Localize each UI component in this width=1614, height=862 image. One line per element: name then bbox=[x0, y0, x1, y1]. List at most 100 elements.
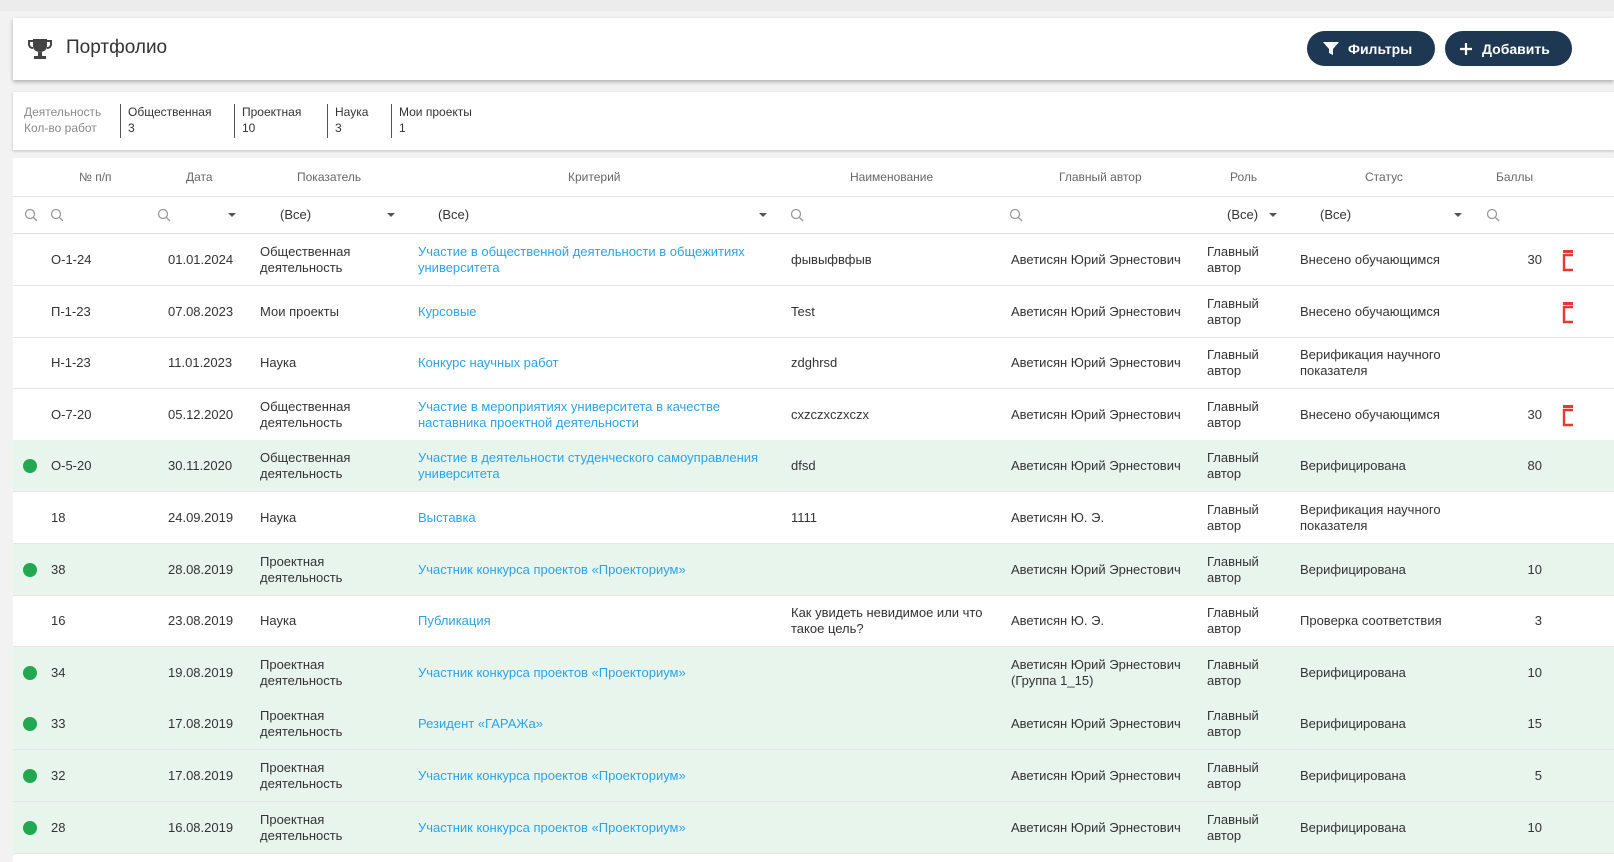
criterion-link-text[interactable]: наставника проектной деятельности bbox=[418, 415, 720, 431]
indicator-filter-select[interactable]: (Все) bbox=[280, 207, 311, 222]
date-filter-search-icon[interactable] bbox=[157, 208, 171, 222]
col-header-date[interactable]: Дата bbox=[186, 170, 213, 184]
cell-author-text: Аветисян Ю. Э. bbox=[1011, 510, 1105, 525]
cell-date: 30.11.2020 bbox=[168, 458, 232, 474]
cell-status-text: Верификация научного bbox=[1300, 347, 1441, 363]
col-header-author[interactable]: Главный автор bbox=[1059, 170, 1142, 184]
role-filter-dropdown-icon[interactable] bbox=[1269, 213, 1277, 217]
cell-author-text: Аветисян Юрий Эрнестович bbox=[1011, 303, 1181, 319]
cell-name-text: фывыфвфыв bbox=[791, 252, 872, 267]
table-row[interactable]: П-1-23 07.08.2023 Мои проекты Курсовые Test А… bbox=[13, 286, 1614, 338]
table-row[interactable]: 18 24.09.2019 Наука Выставка 1111 Аветисян Ю.… bbox=[13, 492, 1614, 544]
criterion-link[interactable]: Участник конкурса проектов «Проекториум» bbox=[418, 768, 686, 784]
cell-author-text: (Группа 1_15) bbox=[1011, 672, 1094, 688]
stats-item-count: 1 bbox=[399, 121, 406, 135]
cell-indicator: Проектная деятельность bbox=[260, 708, 342, 740]
criterion-link[interactable]: Участник конкурса проектов «Проекториум» bbox=[418, 665, 686, 681]
num-filter-search-icon[interactable] bbox=[50, 208, 64, 222]
criterion-filter-select[interactable]: (Все) bbox=[438, 207, 469, 222]
criterion-link-text[interactable]: Выставка bbox=[418, 510, 476, 526]
cell-indicator-text: Общественная bbox=[260, 244, 351, 259]
indicator-filter-dropdown-icon[interactable] bbox=[387, 213, 395, 217]
cell-score: 30 bbox=[1528, 407, 1542, 423]
criterion-link-text[interactable]: Публикация bbox=[418, 613, 491, 629]
cell-status: Верифицирована bbox=[1300, 716, 1406, 732]
cell-num-text: 38 bbox=[51, 561, 66, 577]
stats-item-count: 3 bbox=[335, 121, 342, 135]
criterion-link-text[interactable]: Резидент «ГАРАЖа» bbox=[418, 716, 543, 732]
criterion-link[interactable]: Участие в общественной деятельности в об… bbox=[418, 244, 745, 276]
cell-indicator: Проектная деятельность bbox=[260, 812, 342, 844]
col-header-status[interactable]: Статус bbox=[1365, 170, 1403, 184]
status-filter-dropdown-icon[interactable] bbox=[1454, 213, 1462, 217]
date-filter-dropdown-icon[interactable] bbox=[228, 213, 236, 217]
author-filter-search-icon[interactable] bbox=[1009, 208, 1023, 222]
criterion-link[interactable]: Публикация bbox=[418, 613, 491, 629]
table-row[interactable]: 33 17.08.2019 Проектная деятельность Резиден… bbox=[13, 698, 1614, 751]
search-icon[interactable] bbox=[24, 208, 38, 222]
col-header-criterion[interactable]: Критерий bbox=[568, 170, 620, 184]
verified-status-icon bbox=[23, 820, 37, 835]
name-filter-search-icon[interactable] bbox=[790, 208, 804, 222]
criterion-link-text[interactable]: Курсовые bbox=[418, 304, 477, 320]
role-filter-select[interactable]: (Все) bbox=[1227, 207, 1258, 222]
delete-icon[interactable] bbox=[1561, 248, 1573, 272]
criterion-link-text[interactable]: Участник конкурса проектов «Проекториум» bbox=[418, 562, 686, 578]
table-row[interactable]: О-1-24 01.01.2024 Общественная деятельность… bbox=[13, 234, 1614, 286]
table-row[interactable]: О-7-20 05.12.2020 Общественная деятельность… bbox=[13, 389, 1614, 441]
delete-icon[interactable] bbox=[1561, 403, 1573, 427]
criterion-link-text[interactable]: Участие в общественной деятельности в об… bbox=[418, 244, 745, 260]
criterion-link-text[interactable]: университета bbox=[418, 260, 745, 276]
col-header-indicator[interactable]: Показатель bbox=[297, 170, 361, 184]
criterion-link[interactable]: Участие в мероприятиях университета в ка… bbox=[418, 399, 720, 431]
status-filter-select[interactable]: (Все) bbox=[1320, 207, 1351, 222]
criterion-link-text[interactable]: Участник конкурса проектов «Проекториум» bbox=[418, 820, 686, 836]
criterion-link[interactable]: Резидент «ГАРАЖа» bbox=[418, 716, 543, 732]
criterion-link[interactable]: Выставка bbox=[418, 510, 476, 526]
cell-score-text: 10 bbox=[1527, 664, 1542, 680]
table-row[interactable]: Н-1-23 11.01.2023 Наука Конкурс научных раб… bbox=[13, 337, 1614, 390]
delete-icon[interactable] bbox=[1561, 300, 1573, 324]
col-header-role[interactable]: Роль bbox=[1230, 170, 1257, 184]
cell-status-text: Внесено обучающимся bbox=[1300, 303, 1440, 319]
cell-indicator: Наука bbox=[260, 510, 296, 526]
cell-role: Главный автор bbox=[1207, 605, 1259, 637]
criterion-link[interactable]: Участник конкурса проектов «Проекториум» bbox=[418, 820, 686, 836]
cell-indicator-text: деятельность bbox=[260, 776, 343, 791]
table-row[interactable]: 34 19.08.2019 Проектная деятельность Участни… bbox=[13, 646, 1614, 699]
criterion-filter-dropdown-icon[interactable] bbox=[759, 213, 767, 217]
criterion-link-text[interactable]: Участие в деятельности студенческого сам… bbox=[418, 450, 758, 466]
stats-item-name: Общественная bbox=[128, 105, 212, 119]
criterion-link-text[interactable]: Участник конкурса проектов «Проекториум» bbox=[418, 768, 686, 784]
filters-button[interactable]: Фильтры bbox=[1307, 31, 1435, 66]
score-filter-search-icon[interactable] bbox=[1486, 208, 1500, 222]
cell-role-text: автор bbox=[1207, 260, 1242, 275]
criterion-link-text[interactable]: Конкурс научных работ bbox=[418, 355, 559, 371]
table-row[interactable]: 28 16.08.2019 Проектная деятельность Участни… bbox=[13, 801, 1614, 854]
col-header-num[interactable]: № п/п bbox=[79, 170, 112, 184]
cell-role-text: автор bbox=[1207, 466, 1242, 482]
cell-role: Главный автор bbox=[1207, 812, 1259, 844]
cell-score-text: 10 bbox=[1527, 819, 1542, 835]
add-button[interactable]: Добавить bbox=[1445, 31, 1572, 66]
criterion-link[interactable]: Участник конкурса проектов «Проекториум» bbox=[418, 562, 686, 578]
stats-item-my-projects: Мои проекты 1 bbox=[391, 104, 472, 138]
col-header-name[interactable]: Наименование bbox=[850, 170, 933, 184]
criterion-link-text[interactable]: университета bbox=[418, 466, 758, 482]
criterion-link-text[interactable]: Участие в мероприятиях университета в ка… bbox=[418, 399, 720, 415]
criterion-link[interactable]: Курсовые bbox=[418, 304, 477, 320]
criterion-link[interactable]: Конкурс научных работ bbox=[418, 355, 559, 371]
table-row[interactable]: 16 23.08.2019 Наука Публикация Как увидеть н… bbox=[13, 595, 1614, 648]
cell-author: Аветисян Юрий Эрнестович bbox=[1011, 562, 1181, 578]
table-row[interactable]: 32 17.08.2019 Проектная деятельность Участни… bbox=[13, 750, 1614, 802]
criterion-link[interactable]: Участие в деятельности студенческого сам… bbox=[418, 450, 758, 482]
stats-label-activity: Деятельность bbox=[24, 105, 102, 119]
col-header-score[interactable]: Баллы bbox=[1496, 170, 1533, 184]
table-row[interactable]: 38 28.08.2019 Проектная деятельность Участни… bbox=[13, 543, 1614, 596]
cell-score-text: 30 bbox=[1527, 252, 1542, 267]
cell-indicator-text: Наука bbox=[260, 613, 297, 629]
criterion-link-text[interactable]: Участник конкурса проектов «Проекториум» bbox=[418, 665, 686, 681]
table-row[interactable]: О-5-20 30.11.2020 Общественная деятельность… bbox=[13, 440, 1614, 493]
trophy-icon bbox=[28, 39, 52, 59]
cell-role-text: Главный bbox=[1207, 244, 1259, 259]
